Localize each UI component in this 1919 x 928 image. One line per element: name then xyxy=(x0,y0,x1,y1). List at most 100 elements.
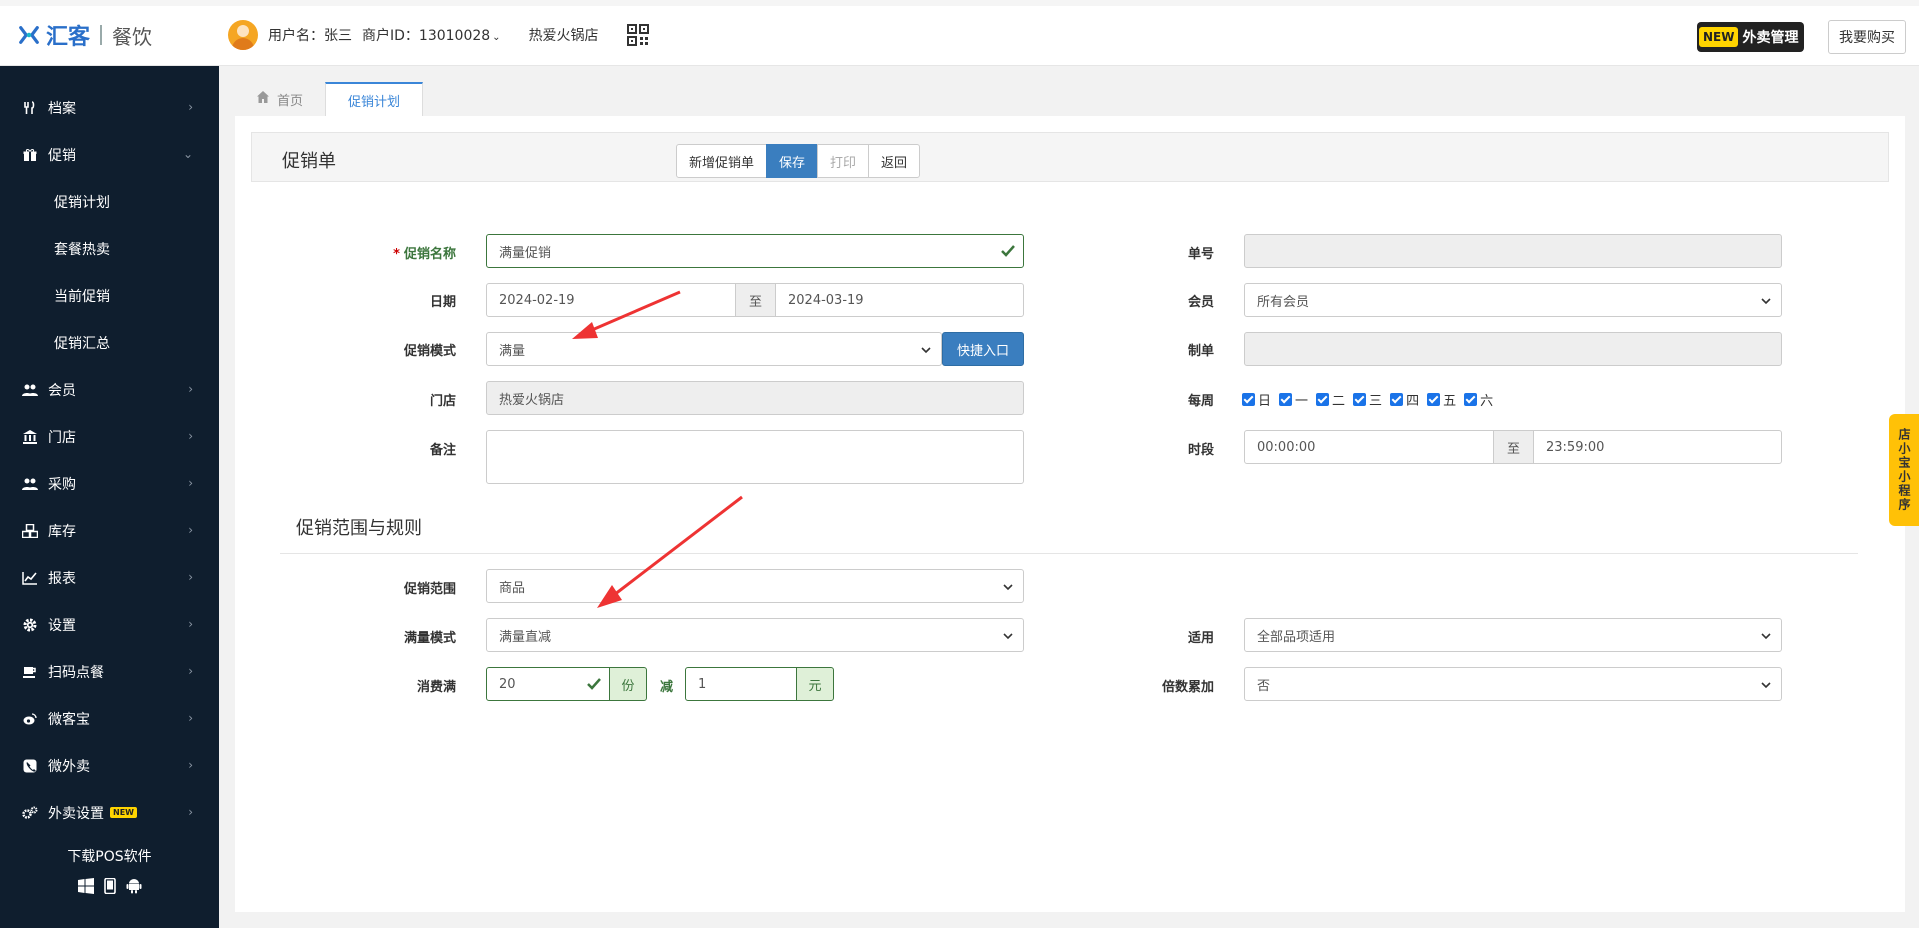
sidebar-item-label: 档案 xyxy=(48,100,76,117)
chevron-down-icon xyxy=(1003,633,1013,640)
coffee-icon xyxy=(22,664,38,680)
weekday-fri[interactable]: 五 xyxy=(1427,390,1456,409)
merchant-dropdown[interactable]: 商户ID：13010028 ⌄ xyxy=(362,25,501,45)
reduce-label: 减 xyxy=(660,680,674,695)
page-title: 促销单 xyxy=(282,151,336,172)
tab-promotion-plan[interactable]: 促销计划 xyxy=(325,82,424,116)
promotion-name-value: 满量促销 xyxy=(499,245,552,261)
weekday-mon[interactable]: 一 xyxy=(1279,390,1308,409)
sidebar-item-label: 报表 xyxy=(48,570,76,587)
chevron-right-icon: › xyxy=(188,758,193,772)
sidebar-item-scan-order[interactable]: 扫码点餐 › xyxy=(0,648,219,695)
sidebar-subitem-combo-hot-sale[interactable]: 套餐热卖 xyxy=(0,225,219,272)
sidebar-item-label: 设置 xyxy=(48,617,76,634)
period-start-value: 00:00:00 xyxy=(1257,439,1316,455)
qr-code-icon[interactable] xyxy=(626,24,649,46)
promotion-mode-select[interactable]: 满量 xyxy=(486,332,942,366)
period-end-input[interactable]: 23:59:00 xyxy=(1533,430,1782,464)
mini-program-float-tab[interactable]: 店小宝小程序 xyxy=(1889,414,1919,526)
chevron-down-icon xyxy=(1003,584,1013,591)
date-label: 日期 xyxy=(429,295,456,310)
sidebar-item-label: 促销 xyxy=(48,147,76,164)
reduce-value: 1 xyxy=(698,676,707,692)
chevron-down-icon xyxy=(1761,298,1771,305)
save-button[interactable]: 保存 xyxy=(766,144,819,178)
period-end-value: 23:59:00 xyxy=(1546,439,1605,455)
checkbox-checked-icon xyxy=(1279,393,1293,406)
tab-home[interactable]: 首页 xyxy=(235,82,325,116)
check-icon xyxy=(587,678,601,690)
brand-name: 汇客 xyxy=(46,25,91,50)
sidebar-subitem-promotion-summary[interactable]: 促销汇总 xyxy=(0,319,219,366)
spend-unit: 份 xyxy=(609,667,647,701)
member-select[interactable]: 所有会员 xyxy=(1244,283,1782,317)
promotion-mode-label: 促销模式 xyxy=(403,344,456,359)
store-label: 门店 xyxy=(429,394,456,409)
reduce-unit: 元 xyxy=(796,667,834,701)
username: 用户名：张三 xyxy=(268,28,352,44)
takeout-management-button[interactable]: NEW 外卖管理 xyxy=(1697,22,1805,52)
tablet-icon[interactable] xyxy=(102,878,118,894)
sidebar-item-micro-takeout[interactable]: 微外卖 › xyxy=(0,742,219,789)
chevron-right-icon: › xyxy=(188,523,193,537)
date-end-input[interactable]: 2024-03-19 xyxy=(775,283,1024,317)
remark-textarea[interactable] xyxy=(486,430,1024,484)
app-logo[interactable]: 汇客 餐饮 xyxy=(18,20,152,50)
sidebar-item-promotion[interactable]: 促销 ⌄ xyxy=(0,131,219,178)
logo-icon xyxy=(19,26,39,44)
sidebar-item-settings[interactable]: 设置 › xyxy=(0,601,219,648)
new-promotion-button[interactable]: 新增促销单 xyxy=(676,144,768,178)
checkbox-checked-icon xyxy=(1242,393,1255,406)
avatar[interactable] xyxy=(228,20,258,50)
reduce-input[interactable]: 1 xyxy=(685,667,797,701)
sidebar-item-weikebao[interactable]: 微客宝 › xyxy=(0,695,219,742)
new-tag: NEW xyxy=(110,807,137,818)
sidebar-subitem-current-promotion[interactable]: 当前促销 xyxy=(0,272,219,319)
period-label: 时段 xyxy=(1187,443,1214,458)
promotion-name-input[interactable]: 满量促销 xyxy=(486,234,1024,268)
order-number-input xyxy=(1244,234,1782,268)
takeout-management-label: 外卖管理 xyxy=(1742,30,1799,46)
member-value: 所有会员 xyxy=(1257,294,1310,310)
sidebar-item-label: 扫码点餐 xyxy=(48,664,104,681)
print-button[interactable]: 打印 xyxy=(817,144,870,178)
chevron-right-icon: › xyxy=(188,382,193,396)
spend-input[interactable]: 20 xyxy=(486,667,610,701)
required-mark: * xyxy=(393,247,400,262)
gear-icon xyxy=(22,617,38,633)
sidebar-item-store[interactable]: 门店 › xyxy=(0,413,219,460)
checkbox-checked-icon xyxy=(1390,393,1404,406)
date-range-separator: 至 xyxy=(735,283,776,317)
period-start-input[interactable]: 00:00:00 xyxy=(1244,430,1494,464)
back-button[interactable]: 返回 xyxy=(868,144,921,178)
multiple-value: 否 xyxy=(1257,678,1271,694)
weekday-tue[interactable]: 二 xyxy=(1316,390,1345,409)
date-start-input[interactable]: 2024-02-19 xyxy=(486,283,736,317)
weekday-thu[interactable]: 四 xyxy=(1390,390,1419,409)
full-mode-select[interactable]: 满量直减 xyxy=(486,618,1024,652)
chevron-down-icon xyxy=(921,347,931,354)
sidebar-subitem-promotion-plan[interactable]: 促销计划 xyxy=(0,178,219,225)
sidebar-item-inventory[interactable]: 库存 › xyxy=(0,507,219,554)
bank-icon xyxy=(22,429,38,445)
weekday-wed[interactable]: 三 xyxy=(1353,390,1382,409)
store-input: 热爱火锅店 xyxy=(486,381,1024,415)
apply-select[interactable]: 全部品项适用 xyxy=(1244,618,1782,652)
quick-entry-button[interactable]: 快捷入口 xyxy=(942,332,1024,366)
weekday-sat[interactable]: 六 xyxy=(1464,390,1493,409)
sidebar-item-member[interactable]: 会员 › xyxy=(0,366,219,413)
utensils-icon xyxy=(22,100,38,116)
multiple-select[interactable]: 否 xyxy=(1244,667,1782,701)
page-tabs: 首页 促销计划 xyxy=(235,82,424,116)
windows-icon[interactable] xyxy=(78,878,94,894)
weekday-sun[interactable]: 日 xyxy=(1242,390,1271,409)
sidebar-item-purchase[interactable]: 采购 › xyxy=(0,460,219,507)
sidebar-item-archive[interactable]: 档案 › xyxy=(0,84,219,131)
scope-select[interactable]: 商品 xyxy=(486,569,1024,603)
sidebar-item-reports[interactable]: 报表 › xyxy=(0,554,219,601)
buy-button[interactable]: 我要购买 xyxy=(1828,20,1906,54)
download-pos-link[interactable]: 下载POS软件 xyxy=(0,846,219,866)
android-icon[interactable] xyxy=(126,878,142,894)
home-icon xyxy=(257,91,269,107)
sidebar-item-takeout-settings[interactable]: 外卖设置 NEW › xyxy=(0,789,219,836)
